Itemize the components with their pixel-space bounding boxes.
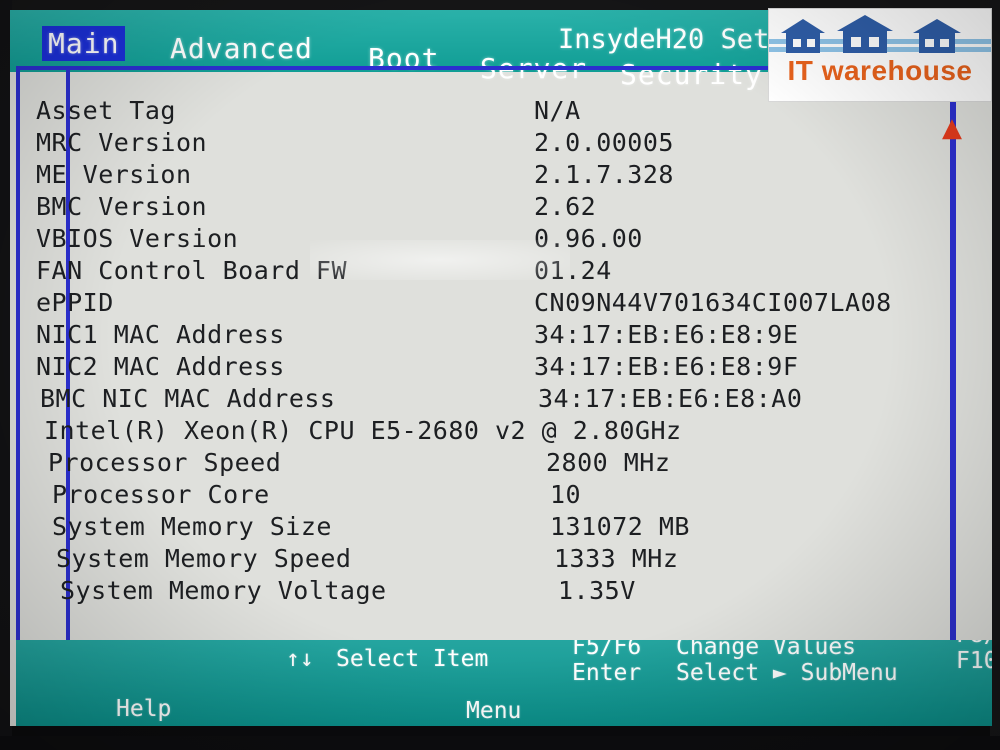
row-value: 131072 MB [550,512,690,541]
row-value: N/A [534,96,581,125]
select-menu-label: Menu [466,698,522,724]
row-value: 34:17:EB:E6:E8:9F [534,352,799,381]
row-value: 10 [550,480,582,509]
table-row: System Memory Voltage 1.35V [60,576,960,608]
row-value: 1333 MHz [554,544,679,573]
select-item-keys: ↑↓ [286,646,314,672]
row-value: 34:17:EB:E6:E8:A0 [538,384,803,413]
tab-advanced[interactable]: Advanced [170,32,313,65]
cpu-model-label: Intel(R) Xeon(R) CPU E5-2680 v2 @ 2.80GH… [44,416,682,445]
bios-screenshot: Main Advanced Boot Server Security E Ins… [0,0,1000,750]
row-label: BMC NIC MAC Address [40,384,336,413]
table-row: BMC Version 2.62 [36,192,936,224]
table-row-cpu: Intel(R) Xeon(R) CPU E5-2680 v2 @ 2.80GH… [44,416,944,448]
row-value: 01.24 [534,256,612,285]
table-row: System Memory Size 131072 MB [52,512,952,544]
table-row: FAN Control Board FW 01.24 [36,256,936,288]
watermark-logo: IT warehouse [768,8,992,102]
table-row: ME Version 2.1.7.328 [36,160,936,192]
select-submenu-keys: Enter [572,660,642,686]
row-value: 2800 MHz [546,448,671,477]
row-label: NIC1 MAC Address [36,320,285,349]
change-values-label: Change Values [676,640,857,660]
row-value: 1.35V [558,576,636,605]
row-label: ePPID [36,288,114,317]
system-information-list: Asset Tag N/A MRC Version 2.0.00005 ME V… [36,96,936,608]
table-row: ePPID CN09N44V701634CI007LA08 [36,288,936,320]
row-label: Processor Core [52,480,270,509]
row-label: System Memory Size [52,512,332,541]
table-row: Processor Speed 2800 MHz [48,448,948,480]
row-label: ME Version [36,160,192,189]
row-value: CN09N44V701634CI007LA08 [534,288,892,317]
table-row: Processor Core 10 [52,480,952,512]
table-row: System Memory Speed 1333 MHz [56,544,956,576]
select-item-label: Select Item [336,646,489,672]
change-values-keys: F5/F6 [572,640,642,660]
row-label: NIC2 MAC Address [36,352,285,381]
row-label: Asset Tag [36,96,176,125]
setup-defaults-keys: F8/F9 [956,640,992,648]
row-value: 2.1.7.328 [534,160,674,189]
tab-main[interactable]: Main [42,26,126,61]
houses-icon [769,15,991,53]
row-value: 2.0.00005 [534,128,674,157]
select-submenu-label: Select ► SubMenu [676,660,898,686]
row-label: FAN Control Board FW [36,256,348,285]
up-arrow-icon[interactable]: ▲ [940,115,964,141]
row-value: 34:17:EB:E6:E8:9E [534,320,799,349]
table-row: BMC NIC MAC Address 34:17:EB:E6:E8:A0 [40,384,940,416]
row-label: BMC Version [36,192,208,221]
row-label: System Memory Speed [56,544,352,573]
table-row: VBIOS Version 0.96.00 [36,224,936,256]
monitor-bezel-bottom [0,736,1000,750]
row-value: 0.96.00 [534,224,643,253]
help-bar: ↑↓ Select Item F5/F6 Change Values Enter… [16,640,992,726]
row-label: VBIOS Version [36,224,239,253]
row-value: 2.62 [534,192,597,221]
table-row: NIC1 MAC Address 34:17:EB:E6:E8:9E [36,320,936,352]
watermark-text: IT warehouse [787,55,973,86]
row-label: System Memory Voltage [60,576,387,605]
row-label: Processor Speed [48,448,282,477]
row-label: MRC Version [36,128,208,157]
table-row: NIC2 MAC Address 34:17:EB:E6:E8:9F [36,352,936,384]
bios-screen: Main Advanced Boot Server Security E Ins… [10,10,992,726]
save-exit-keys: F10 [956,648,992,674]
table-row: MRC Version 2.0.00005 [36,128,936,160]
help-label: Help [116,696,172,722]
